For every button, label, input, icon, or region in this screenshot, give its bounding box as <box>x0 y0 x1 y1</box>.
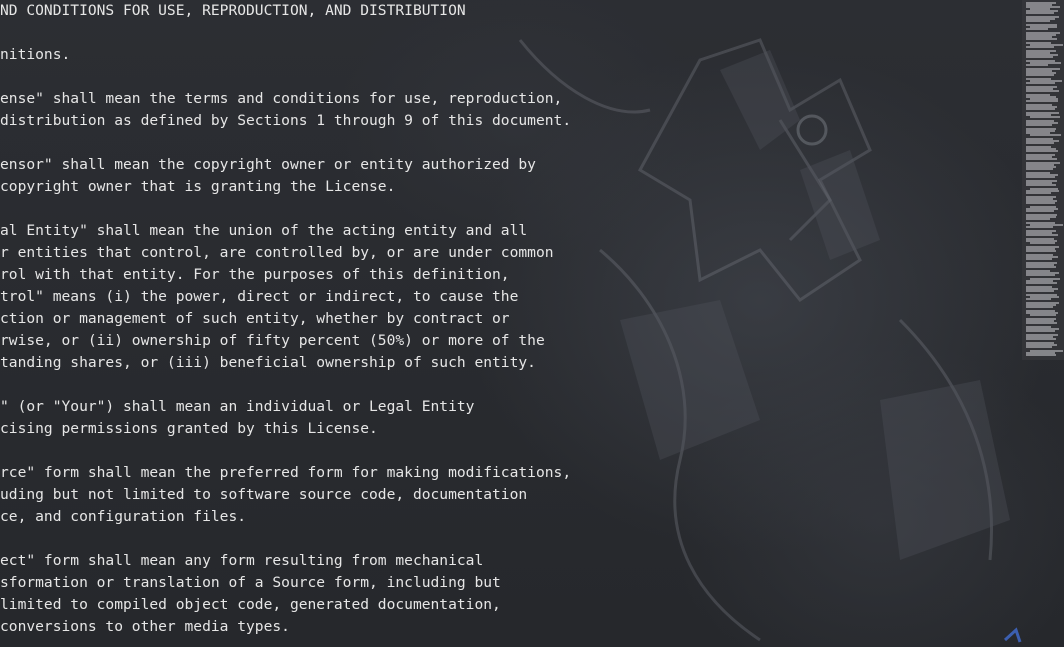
minimap-line <box>1026 234 1058 236</box>
minimap-line <box>1026 12 1054 14</box>
minimap-line <box>1026 124 1052 126</box>
minimap-line <box>1026 108 1055 110</box>
minimap-line <box>1026 82 1055 84</box>
code-line: cising permissions granted by this Licen… <box>0 420 378 437</box>
minimap-line <box>1026 338 1056 340</box>
minimap-line <box>1026 38 1057 40</box>
minimap-line <box>1030 314 1056 316</box>
minimap-line <box>1026 142 1054 144</box>
minimap-line <box>1026 330 1055 332</box>
minimap-line <box>1026 64 1048 66</box>
code-line: sformation or translation of a Source fo… <box>0 574 501 591</box>
code-line: rwise, or (ii) ownership of fifty percen… <box>0 332 545 349</box>
code-line: tanding shares, or (iii) beneficial owne… <box>0 354 536 371</box>
code-line: ect" form shall mean any form resulting … <box>0 552 484 569</box>
minimap-line <box>1026 56 1053 58</box>
minimap-line <box>1026 346 1052 348</box>
code-line: al Entity" shall mean the union of the a… <box>0 222 528 239</box>
minimap-line <box>1026 192 1051 194</box>
code-editor[interactable]: ND CONDITIONS FOR USE, REPRODUCTION, AND… <box>0 0 1064 647</box>
minimap-line <box>1026 210 1054 212</box>
code-line: uding but not limited to software source… <box>0 486 528 503</box>
code-line: r entities that control, are controlled … <box>0 244 554 261</box>
code-line: trol" means (i) the power, direct or ind… <box>0 288 519 305</box>
minimap-line <box>1026 28 1048 30</box>
minimap-line <box>1026 306 1053 308</box>
code-line: " (or "Your") shall mean an individual o… <box>0 398 475 415</box>
code-text-area[interactable]: ND CONDITIONS FOR USE, REPRODUCTION, AND… <box>0 0 1010 647</box>
minimap-line <box>1026 90 1059 92</box>
minimap-line <box>1026 176 1055 178</box>
code-line: limited to compiled object code, generat… <box>0 596 501 613</box>
code-line: conversions to other media types. <box>0 618 290 635</box>
minimap-line <box>1026 282 1057 284</box>
code-line: ensor" shall mean the copyright owner or… <box>0 156 536 173</box>
minimap-line <box>1026 354 1056 356</box>
minimap[interactable] <box>1022 0 1064 360</box>
code-line: distribution as defined by Sections 1 th… <box>0 112 572 129</box>
minimap-line <box>1026 100 1058 102</box>
minimap-line <box>1030 116 1060 118</box>
code-line: nitions. <box>0 46 71 63</box>
code-line: copyright owner that is granting the Lic… <box>0 178 396 195</box>
minimap-line <box>1026 158 1057 160</box>
minimap-line <box>1026 290 1054 292</box>
minimap-line <box>1026 218 1050 220</box>
minimap-line <box>1026 266 1056 268</box>
minimap-line <box>1026 298 1051 300</box>
minimap-line <box>1030 134 1061 136</box>
code-line: rol with that entity. For the purposes o… <box>0 266 510 283</box>
minimap-line <box>1026 258 1052 260</box>
minimap-line <box>1026 184 1056 186</box>
minimap-line <box>1026 202 1055 204</box>
minimap-line <box>1026 168 1053 170</box>
code-line: ense" shall mean the terms and condition… <box>0 90 563 107</box>
minimap-line <box>1026 250 1056 252</box>
minimap-line <box>1030 242 1055 244</box>
minimap-line <box>1026 46 1054 48</box>
minimap-line <box>1026 274 1055 276</box>
minimap-line <box>1026 322 1057 324</box>
code-line: ction or management of such entity, whet… <box>0 310 510 327</box>
minimap-line <box>1026 150 1058 152</box>
minimap-line <box>1026 20 1050 22</box>
minimap-line <box>1026 74 1054 76</box>
code-line: rce" form shall mean the preferred form … <box>0 464 572 481</box>
code-line: ND CONDITIONS FOR USE, REPRODUCTION, AND… <box>0 2 466 19</box>
minimap-line <box>1026 226 1053 228</box>
code-line: ce, and configuration files. <box>0 508 247 525</box>
